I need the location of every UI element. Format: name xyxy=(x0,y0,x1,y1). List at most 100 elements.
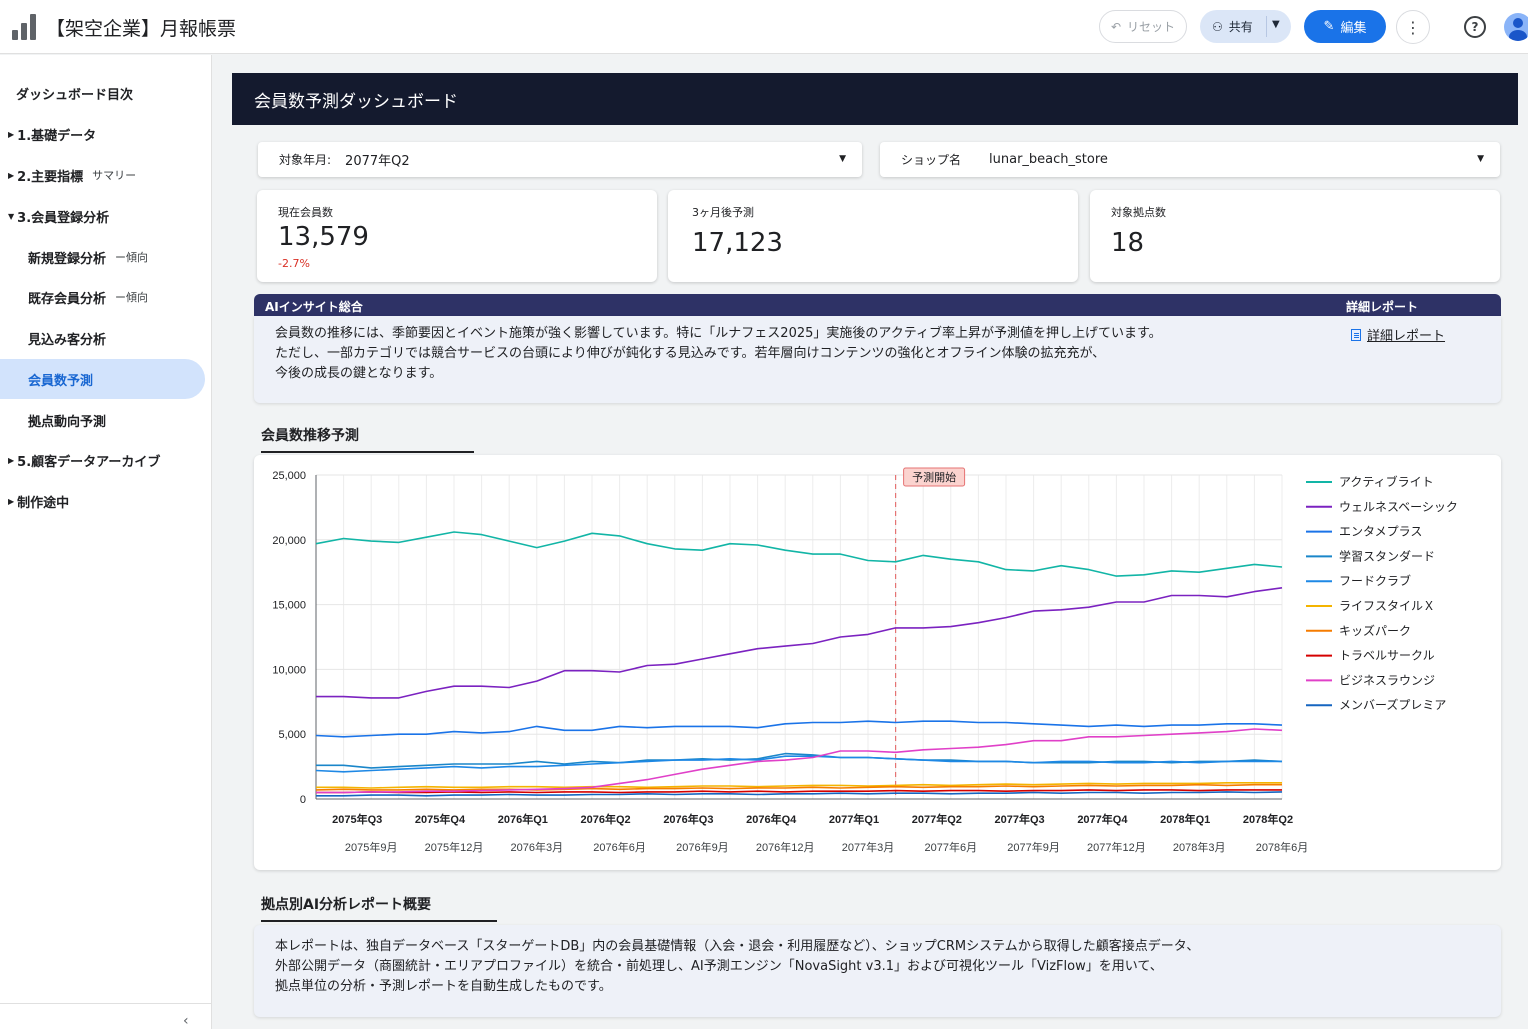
edit-label: 編集 xyxy=(1340,21,1367,36)
insight-title: AIインサイト総合 xyxy=(265,300,363,314)
x-tick-label-month: 2075年9月 xyxy=(345,840,398,854)
kpi-current-members: 現在会員数 13,579 -2.7% xyxy=(257,190,657,282)
document-icon xyxy=(1351,328,1361,341)
kpi-label: 現在会員数 xyxy=(278,206,333,219)
legend-label: フードクラブ xyxy=(1339,573,1411,588)
x-tick-label-month: 2078年6月 xyxy=(1256,840,1309,854)
detail-report-link[interactable]: 詳細レポート xyxy=(1351,325,1445,344)
x-tick-label-quarter: 2078年Q1 xyxy=(1160,812,1210,826)
x-tick-label-month: 2076年6月 xyxy=(593,840,646,854)
y-tick-label: 5,000 xyxy=(278,729,306,741)
kpi-label: 3ヶ月後予測 xyxy=(692,206,754,219)
avatar[interactable] xyxy=(1504,13,1528,41)
summary-text: 本レポートは、独自データベース「スターゲートDB」内の会員基礎情報（入会・退会・… xyxy=(275,937,1199,997)
x-tick-label-month: 2077年12月 xyxy=(1087,840,1146,854)
sidebar-item-existing-members[interactable]: 既存会員分析 ー傾向 xyxy=(28,277,148,317)
x-tick-label-quarter: 2076年Q3 xyxy=(663,812,713,826)
period-filter-value: 2077年Q2 xyxy=(345,154,410,169)
legend-label: 学習スタンダード xyxy=(1339,548,1435,563)
insight-detail-heading: 詳細レポート xyxy=(1346,300,1419,314)
caret-right-icon: ▶ xyxy=(8,455,15,465)
x-tick-label-quarter: 2077年Q3 xyxy=(995,812,1045,826)
shop-filter[interactable]: ショップ名 lunar_beach_store ▼ xyxy=(880,142,1500,177)
reset-label: リセット xyxy=(1127,20,1176,34)
kpi-value: 18 xyxy=(1111,228,1145,258)
sidebar-item-location-forecast[interactable]: 拠点動向予測 xyxy=(28,400,106,440)
sidebar-item-new-registration[interactable]: 新規登録分析 ー傾向 xyxy=(28,237,148,277)
legend-label: エンタメプラス xyxy=(1339,525,1422,539)
x-tick-label-month: 2076年12月 xyxy=(756,840,815,854)
share-button[interactable]: ⚇ 共有 ▼ xyxy=(1200,10,1291,43)
forecast-start-label: 予測開始 xyxy=(912,470,956,484)
caret-down-icon: ▼ xyxy=(1477,154,1484,164)
sidebar-item-kpi[interactable]: ▶ 2.主要指標 サマリー xyxy=(8,155,136,195)
shop-filter-label: ショップ名 xyxy=(901,153,962,167)
sidebar-item-in-progress[interactable]: ▶ 制作途中 xyxy=(8,481,69,521)
undo-icon: ↶ xyxy=(1110,19,1122,34)
reset-button[interactable]: ↶ リセット xyxy=(1099,10,1187,43)
x-tick-label-month: 2077年9月 xyxy=(1007,840,1060,854)
kpi-change: -2.7% xyxy=(278,257,310,270)
insight-line: 会員数の推移には、季節要因とイベント施策が強く影響しています。特に「ルナフェス2… xyxy=(275,326,1162,341)
detail-report-label: 詳細レポート xyxy=(1367,329,1446,344)
share-label: 共有 xyxy=(1228,20,1253,34)
kpi-value: 17,123 xyxy=(692,228,783,258)
report-title: 【架空企業】月報帳票 xyxy=(46,18,237,40)
sidebar-item-member-forecast[interactable]: 会員数予測 xyxy=(0,359,205,399)
more-vert-icon[interactable]: ⋮ xyxy=(1396,10,1430,44)
member-forecast-chart: 0 5,000 10,000 15,000 20,000 25,000 2075年Q3 207… xyxy=(254,455,1501,870)
caret-down-icon: ▼ xyxy=(8,211,15,221)
x-tick-label-quarter: 2077年Q1 xyxy=(829,812,879,826)
sidebar-item-prospects[interactable]: 見込み客分析 xyxy=(28,318,106,358)
insight-panel: 会員数の推移には、季節要因とイベント施策が強く影響しています。特に「ルナフェス2… xyxy=(254,316,1501,403)
x-tick-label-month: 2075年12月 xyxy=(425,840,484,854)
help-icon[interactable]: ? xyxy=(1464,16,1486,38)
bar-chart-logo-icon xyxy=(12,14,36,40)
legend-label: トラベルサークル xyxy=(1339,649,1435,663)
x-tick-label-quarter: 2077年Q2 xyxy=(912,812,962,826)
kpi-label: 対象拠点数 xyxy=(1111,206,1166,219)
x-tick-label-quarter: 2076年Q2 xyxy=(581,812,631,826)
edit-button[interactable]: ✎ 編集 xyxy=(1304,10,1386,43)
period-filter[interactable]: 対象年月: 2077年Q2 ▼ xyxy=(258,142,862,177)
sidebar: ダッシュボード目次 ▶ 1.基礎データ ▶ 2.主要指標 サマリー ▼ 3.会員登録分析… xyxy=(0,55,212,1029)
caret-down-icon[interactable]: ▼ xyxy=(1272,19,1280,30)
y-tick-label: 10,000 xyxy=(272,664,306,676)
y-tick-label: 0 xyxy=(300,794,306,806)
legend-label: キッズパーク xyxy=(1339,623,1411,638)
summary-line: 拠点単位の分析・予測レポートを自動生成したものです。 xyxy=(275,979,612,994)
add-person-icon: ⚇ xyxy=(1212,19,1223,34)
top-bar: 【架空企業】月報帳票 ↶ リセット ⚇ 共有 ▼ ✎ 編集 ⋮ ? xyxy=(0,0,1528,54)
caret-right-icon: ▶ xyxy=(8,129,15,139)
insight-header: AIインサイト総合 詳細レポート xyxy=(254,294,1501,316)
insight-text: 会員数の推移には、季節要因とイベント施策が強く影響しています。特に「ルナフェス2… xyxy=(275,324,1162,384)
chart-section-title: 会員数推移予測 xyxy=(261,425,474,453)
page-title: 会員数予測ダッシュボード xyxy=(232,73,1518,125)
y-tick-label: 20,000 xyxy=(272,535,306,547)
x-tick-label-month: 2077年3月 xyxy=(842,840,895,854)
legend-label: ビジネスラウンジ xyxy=(1339,673,1435,687)
insight-line: ただし、一部カテゴリでは競合サービスの台頭により伸びが鈍化する見込みです。若年層… xyxy=(275,346,1106,361)
legend-label: ウェルネスベーシック xyxy=(1339,500,1458,514)
legend-label: アクティブライト xyxy=(1339,474,1434,489)
x-tick-label-quarter: 2076年Q1 xyxy=(498,812,548,826)
summary-section-title: 拠点別AI分析レポート概要 xyxy=(261,894,497,922)
summary-line: 外部公開データ（商圏統計・エリアプロファイル）を統合・前処理し、AI予測エンジン… xyxy=(275,959,1163,974)
summary-line: 本レポートは、独自データベース「スターゲートDB」内の会員基礎情報（入会・退会・… xyxy=(275,939,1200,954)
period-filter-label: 対象年月: xyxy=(279,153,332,167)
y-tick-label: 25,000 xyxy=(272,470,306,482)
sidebar-item-customer-archive[interactable]: ▶ 5.顧客データアーカイブ xyxy=(8,440,160,480)
caret-down-icon: ▼ xyxy=(839,154,846,164)
x-tick-label-quarter: 2075年Q4 xyxy=(415,812,466,826)
x-tick-label-month: 2077年6月 xyxy=(925,840,978,854)
shop-filter-value: lunar_beach_store xyxy=(989,152,1108,167)
x-tick-label-quarter: 2078年Q2 xyxy=(1243,812,1293,826)
y-tick-label: 15,000 xyxy=(272,600,306,612)
summary-panel: 本レポートは、独自データベース「スターゲートDB」内の会員基礎情報（入会・退会・… xyxy=(254,925,1501,1017)
sidebar-item-member-registration[interactable]: ▼ 3.会員登録分析 xyxy=(8,196,109,236)
legend-label: ライフスタイルＸ xyxy=(1339,599,1435,613)
x-tick-label-quarter: 2077年Q4 xyxy=(1077,812,1128,826)
sidebar-item-basic-data[interactable]: ▶ 1.基礎データ xyxy=(8,114,96,154)
legend-label: メンバーズプレミア xyxy=(1339,697,1446,712)
chevron-left-icon[interactable]: ‹ xyxy=(183,1013,189,1029)
